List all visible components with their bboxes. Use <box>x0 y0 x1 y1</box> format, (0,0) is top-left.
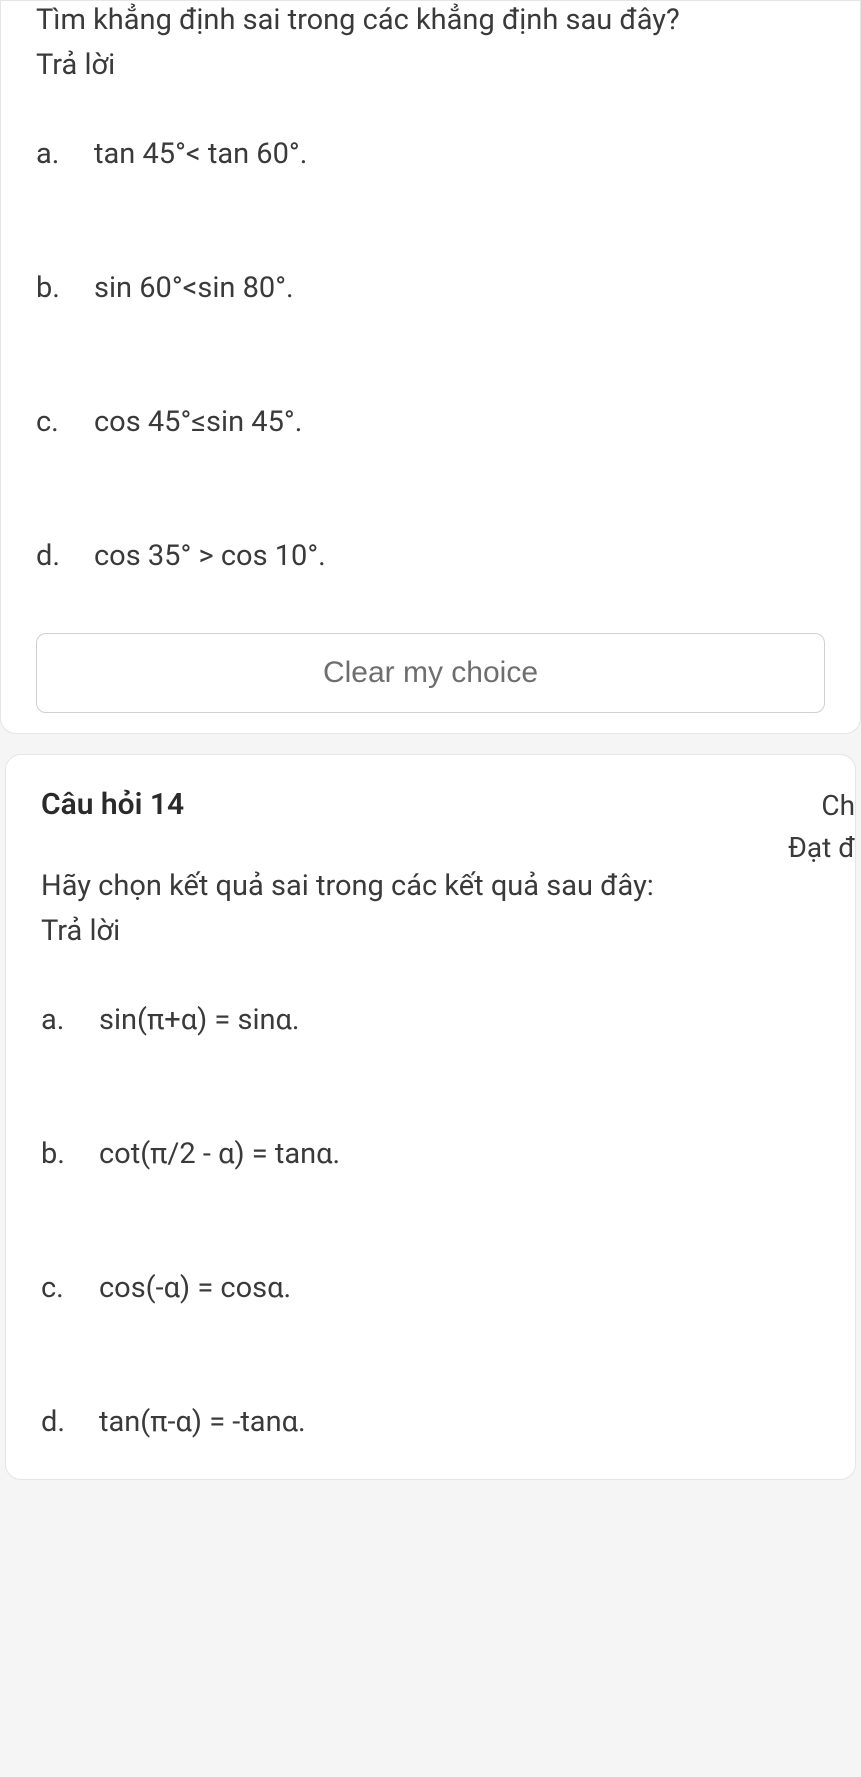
option-text: cos 45°≤sin 45°. <box>94 405 302 439</box>
question-14-title: Câu hỏi 14 <box>41 787 184 822</box>
option-13-a[interactable]: a. tan 45°< tan 60°. <box>36 137 825 171</box>
answer-label-13: Trả lời <box>36 48 825 82</box>
option-text: cot(π/2 - α) = tanα. <box>99 1137 340 1171</box>
option-letter: c. <box>41 1271 99 1305</box>
clear-choice-button[interactable]: Clear my choice <box>36 633 825 713</box>
question-14-body: Hãy chọn kết quả sai trong các kết quả s… <box>41 867 820 1439</box>
question-13-card: Tìm khẳng định sai trong các khẳng định … <box>0 0 861 734</box>
option-letter: a. <box>36 137 94 171</box>
question-13-prompt: Tìm khẳng định sai trong các khẳng định … <box>36 1 825 40</box>
option-text: tan(π-α) = -tanα. <box>99 1405 306 1439</box>
option-13-b[interactable]: b. sin 60°<sin 80°. <box>36 271 825 305</box>
options-container-14: a. sin(π+α) = sinα. b. cot(π/2 - α) = ta… <box>41 1003 820 1439</box>
option-letter: a. <box>41 1003 99 1037</box>
question-14-header: Câu hỏi 14 Ch Đạt đ <box>41 785 820 822</box>
option-letter: c. <box>36 405 94 439</box>
options-container-13: a. tan 45°< tan 60°. b. sin 60°<sin 80°.… <box>36 137 825 573</box>
option-letter: b. <box>41 1137 99 1171</box>
option-14-b[interactable]: b. cot(π/2 - α) = tanα. <box>41 1137 820 1171</box>
option-13-d[interactable]: d. cos 35° > cos 10°. <box>36 539 825 573</box>
status-line-2: Đạt đ <box>788 827 855 869</box>
option-13-c[interactable]: c. cos 45°≤sin 45°. <box>36 405 825 439</box>
option-text: cos 35° > cos 10°. <box>94 539 326 573</box>
clear-button-wrapper: Clear my choice <box>36 633 825 713</box>
option-14-c[interactable]: c. cos(-α) = cosα. <box>41 1271 820 1305</box>
status-line-1: Ch <box>788 785 855 827</box>
option-text: tan 45°< tan 60°. <box>94 137 307 171</box>
answer-label-14: Trả lời <box>41 914 820 948</box>
option-letter: d. <box>36 539 94 573</box>
option-text: sin 60°<sin 80°. <box>94 271 294 305</box>
option-14-a[interactable]: a. sin(π+α) = sinα. <box>41 1003 820 1037</box>
question-14-card: Câu hỏi 14 Ch Đạt đ Hãy chọn kết quả sai… <box>5 754 856 1480</box>
option-letter: d. <box>41 1405 99 1439</box>
option-14-d[interactable]: d. tan(π-α) = -tanα. <box>41 1405 820 1439</box>
option-text: sin(π+α) = sinα. <box>99 1003 300 1037</box>
option-letter: b. <box>36 271 94 305</box>
option-text: cos(-α) = cosα. <box>99 1271 291 1305</box>
question-14-status: Ch Đạt đ <box>788 785 855 869</box>
question-14-prompt: Hãy chọn kết quả sai trong các kết quả s… <box>41 867 820 906</box>
